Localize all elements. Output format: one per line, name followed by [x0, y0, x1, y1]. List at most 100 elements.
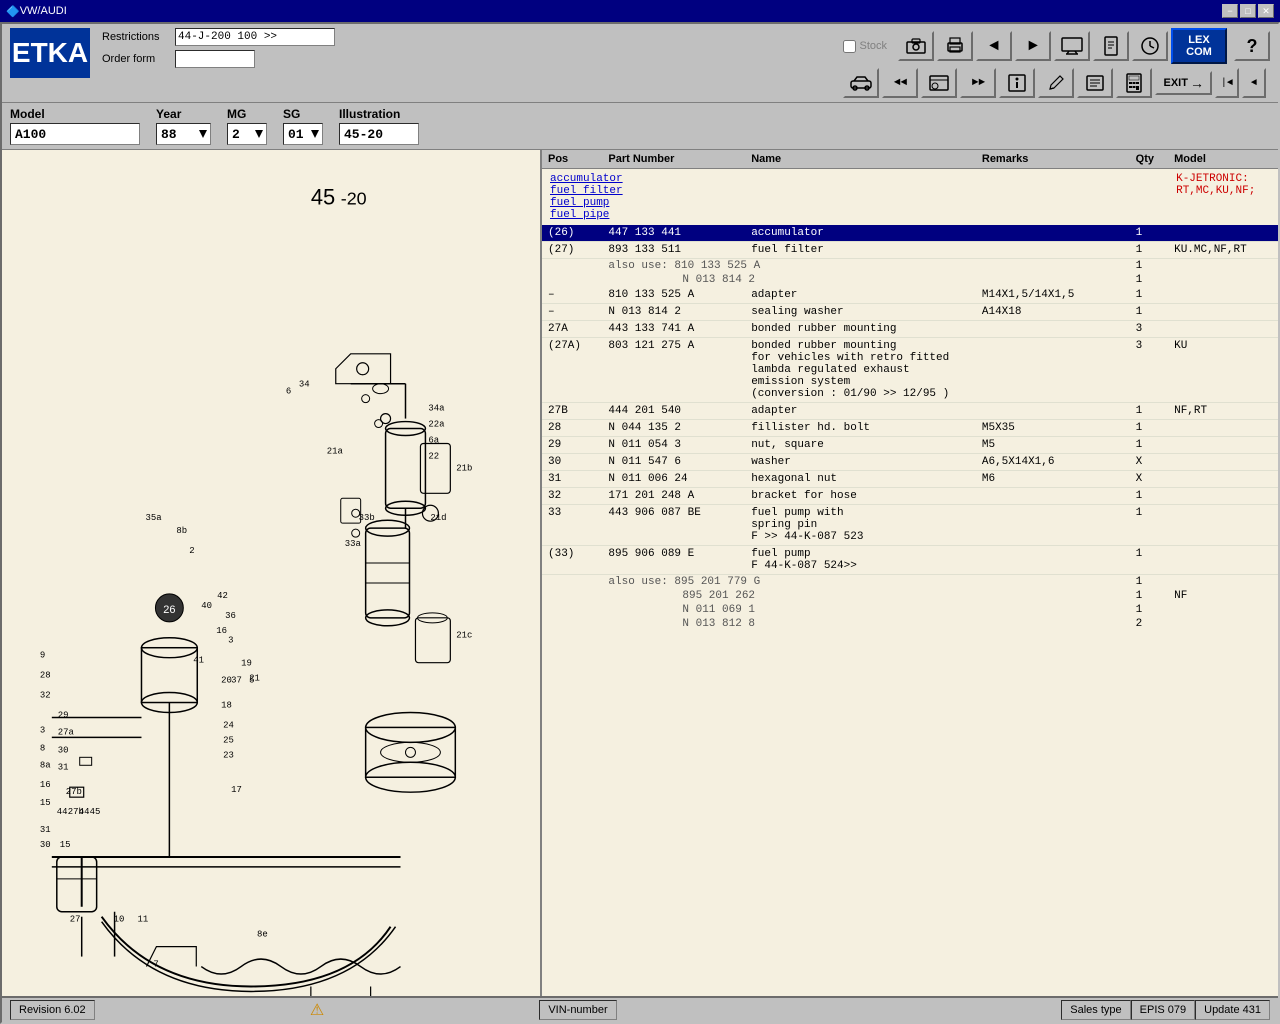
update-segment: Update 431 [1195, 1000, 1270, 1020]
title-bar-icon: 🔷 [6, 5, 20, 18]
part-row-32[interactable]: 32 171 201 248 A bracket for hose 1 [542, 488, 1278, 505]
svg-text:3: 3 [40, 725, 45, 735]
svg-text:33a: 33a [345, 539, 362, 549]
print-button[interactable] [937, 31, 973, 61]
part-row-33[interactable]: 33 443 906 087 BE fuel pump with spring … [542, 505, 1278, 546]
calc-button[interactable] [1116, 68, 1152, 98]
close-button[interactable]: ✕ [1258, 4, 1274, 18]
toolbar-row-top: Stock [843, 28, 1270, 64]
part-row-28[interactable]: 28 N 044 135 2 fillister hd. bolt M5X35 … [542, 420, 1278, 437]
print-icon [945, 37, 965, 55]
part-row-26[interactable]: (26) 447 133 441 accumulator 1 [542, 225, 1278, 242]
prev-icon: ◄ [1251, 78, 1257, 89]
nav-prev-button[interactable]: ◄◄ [882, 68, 918, 98]
intro-model-cell: K-JETRONIC:RT,MC,KU,NF; [1168, 169, 1278, 226]
part-row-27B[interactable]: 27B 444 201 540 adapter 1 NF,RT [542, 403, 1278, 420]
also-use-text: also use: 810 133 525 A [602, 259, 975, 274]
sg-label: SG [283, 107, 323, 121]
help-button[interactable]: ? [1234, 31, 1270, 61]
content: 45 -20 26 [2, 150, 1278, 996]
col-header-remarks: Remarks [976, 150, 1130, 169]
stock-checkbox[interactable] [843, 40, 856, 53]
part-qty-27B: 1 [1130, 403, 1168, 420]
diagram-panel: 45 -20 26 [2, 150, 542, 996]
model-label: Model [10, 107, 140, 121]
vin-text: VIN-number [548, 1004, 607, 1016]
svg-text:16: 16 [216, 626, 227, 636]
main-window: ETKA Restrictions Order form Stock [0, 22, 1280, 1024]
mg-select[interactable]: 2 [227, 123, 267, 145]
svg-text:41: 41 [193, 656, 204, 666]
order-form-label: Order form [102, 53, 167, 65]
part-row-29[interactable]: 29 N 011 054 3 nut, square M5 1 [542, 437, 1278, 454]
part-num-dash2: N 013 814 2 [602, 304, 745, 321]
year-select[interactable]: 88 [156, 123, 211, 145]
lexcom-button[interactable]: LEXCOM [1171, 28, 1227, 64]
svg-text:45: 45 [90, 807, 101, 817]
doc-button[interactable] [1093, 31, 1129, 61]
part-name-dash1: adapter [745, 287, 976, 304]
part-row-27Ap[interactable]: (27A) 803 121 275 A bonded rubber mounti… [542, 338, 1278, 403]
part-row-dash1[interactable]: – 810 133 525 A adapter M14X1,5/14X1,5 1 [542, 287, 1278, 304]
nav-next-button[interactable]: ►► [960, 68, 996, 98]
clock-button[interactable] [1132, 31, 1168, 61]
svg-text:8a: 8a [40, 760, 51, 770]
svg-text:19: 19 [241, 659, 252, 669]
part-model-30 [1168, 454, 1278, 471]
title-bar: 🔷 VW/AUDI − □ ✕ [0, 0, 1280, 22]
part-row-31[interactable]: 31 N 011 006 24 hexagonal nut M6 X [542, 471, 1278, 488]
part-row-27[interactable]: (27) 893 133 511 fuel filter 1 KU.MC,NF,… [542, 242, 1278, 259]
part-name-dash2: sealing washer [745, 304, 976, 321]
part-qty-31: X [1130, 471, 1168, 488]
revision-segment: Revision 6.02 [10, 1000, 95, 1020]
order-form-input[interactable] [175, 50, 255, 68]
nav-right-button[interactable]: ► [1015, 31, 1051, 61]
intro-link-accumulator[interactable]: accumulator [550, 173, 1160, 185]
nav-right-icon: ► [1028, 37, 1038, 55]
intro-link-fuel-pipe[interactable]: fuel pipe [550, 209, 1160, 221]
part-pos-32: 32 [542, 488, 602, 505]
etka-logo: ETKA [10, 28, 90, 78]
intro-link-fuel-filter[interactable]: fuel filter [550, 185, 1160, 197]
part-pos-dash2: – [542, 304, 602, 321]
sub-model [1168, 273, 1278, 287]
car-icon [847, 75, 875, 91]
car-button[interactable] [843, 68, 879, 98]
svg-text:40: 40 [201, 601, 212, 611]
also-use-label [542, 259, 602, 274]
pencil-button[interactable] [1038, 68, 1074, 98]
part-qty-33p: 1 [1130, 546, 1168, 575]
camera-button[interactable] [898, 31, 934, 61]
list-button[interactable] [1077, 68, 1113, 98]
model-input[interactable] [10, 123, 140, 145]
model-row: Model Year 88 MG 2 SG 01 Illustration [2, 103, 1278, 150]
svg-text:17: 17 [231, 785, 242, 795]
svg-text:6: 6 [286, 387, 291, 397]
exit-button[interactable]: EXIT → [1155, 71, 1211, 95]
part-row-dash2[interactable]: – N 013 814 2 sealing washer A14X18 1 [542, 304, 1278, 321]
prev-button[interactable]: ◄ [1242, 68, 1266, 98]
maximize-button[interactable]: □ [1240, 4, 1256, 18]
restrictions-input[interactable] [175, 28, 335, 46]
svg-text:8e: 8e [257, 930, 268, 940]
part-row-27A[interactable]: 27A 443 133 741 A bonded rubber mounting… [542, 321, 1278, 338]
nav-left-button[interactable]: ◄ [976, 31, 1012, 61]
sub-part-text: N 013 814 2 [602, 273, 975, 287]
intro-link-fuel-pump[interactable]: fuel pump [550, 197, 1160, 209]
nav-illus-button[interactable] [921, 68, 957, 98]
part-pos-33: 33 [542, 505, 602, 546]
part-row-30[interactable]: 30 N 011 547 6 washer A6,5X14X1,6 X [542, 454, 1278, 471]
screen-button[interactable] [1054, 31, 1090, 61]
svg-text:7: 7 [153, 960, 158, 970]
svg-text:30: 30 [58, 745, 69, 755]
svg-text:26: 26 [163, 604, 175, 616]
sg-select[interactable]: 01 [283, 123, 323, 145]
illustration-input[interactable] [339, 123, 419, 145]
minimize-button[interactable]: − [1222, 4, 1238, 18]
part-remarks-32 [976, 488, 1130, 505]
info-button[interactable] [999, 68, 1035, 98]
part-row-33p[interactable]: (33) 895 906 089 E fuel pump F 44-K-087 … [542, 546, 1278, 575]
part-qty-27: 1 [1130, 242, 1168, 259]
first-button[interactable]: |◄ [1215, 68, 1239, 98]
also-use-33p-4: N 013 812 8 [602, 617, 975, 631]
